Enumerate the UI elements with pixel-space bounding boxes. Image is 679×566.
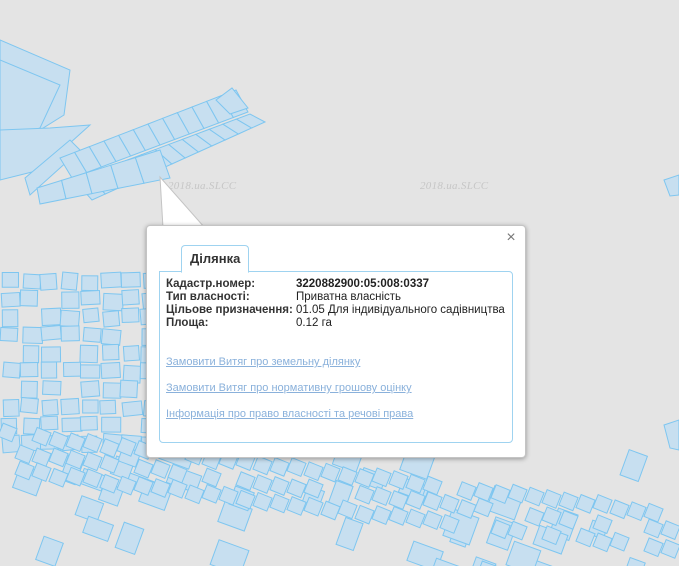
map-watermark: 2018.ua.SLCC: [420, 180, 489, 192]
land-parcel[interactable]: [42, 380, 62, 396]
land-parcel[interactable]: [39, 272, 58, 291]
land-parcel[interactable]: [102, 292, 125, 312]
land-parcel[interactable]: [119, 379, 139, 399]
land-parcel[interactable]: [2, 361, 22, 379]
attr-row-cadastral-number: Кадастр.номер: 3220882900:05:008:0337: [166, 278, 506, 290]
attr-value: 3220882900:05:008:0337: [296, 278, 430, 290]
land-parcel[interactable]: [22, 345, 40, 364]
land-parcel[interactable]: [99, 399, 117, 415]
land-parcel[interactable]: [79, 344, 99, 364]
land-parcel[interactable]: [0, 326, 19, 342]
land-parcel[interactable]: [1, 309, 19, 328]
attr-row-ownership-type: Тип власності: Приватна власність: [166, 291, 506, 303]
land-parcel[interactable]: [61, 417, 83, 433]
attr-value: Приватна власність: [296, 291, 402, 303]
order-valuation-extract-link[interactable]: Замовити Витяг про нормативну грошову оц…: [166, 382, 412, 394]
land-parcel[interactable]: [59, 309, 81, 328]
land-parcel[interactable]: [2, 399, 20, 418]
attr-label: Цільове призначення:: [166, 304, 293, 316]
land-parcel[interactable]: [82, 326, 102, 343]
land-parcel[interactable]: [0, 291, 21, 308]
land-parcel[interactable]: [121, 307, 140, 324]
parcel-info-popup: × Ділянка Кадастр.номер: 3220882900:05:0…: [146, 225, 526, 458]
land-parcel[interactable]: [82, 307, 100, 324]
land-parcel[interactable]: [19, 361, 39, 378]
land-parcel[interactable]: [40, 324, 62, 342]
parcel-attributes: Кадастр.номер: 3220882900:05:008:0337 Ти…: [166, 278, 506, 329]
land-parcel[interactable]: [60, 397, 80, 416]
attr-row-purpose: Цільове призначення: 01.05 Для індивідуа…: [166, 304, 506, 316]
land-parcel[interactable]: [100, 328, 122, 346]
land-parcel[interactable]: [1, 271, 19, 288]
land-parcel[interactable]: [80, 380, 101, 398]
land-parcel[interactable]: [121, 289, 140, 306]
parcel-info-panel: Кадастр.номер: 3220882900:05:008:0337 Ти…: [159, 271, 513, 443]
land-parcel[interactable]: [122, 345, 141, 362]
land-parcel[interactable]: [102, 382, 122, 399]
map-watermark: 2018.ua.SLCC: [168, 180, 237, 192]
land-parcel[interactable]: [20, 380, 38, 399]
land-parcel[interactable]: [80, 289, 101, 306]
land-parcel[interactable]: [79, 415, 98, 431]
ownership-rights-info-link[interactable]: Інформація про право власності та речові…: [166, 408, 413, 420]
land-parcel[interactable]: [40, 307, 62, 327]
land-parcel[interactable]: [100, 271, 122, 289]
land-parcel[interactable]: [22, 326, 44, 345]
land-parcel[interactable]: [60, 325, 80, 342]
attr-value: 01.05 Для індивідуального садівництва: [296, 304, 505, 316]
land-parcel[interactable]: [40, 346, 62, 363]
attr-label: Кадастр.номер:: [166, 278, 256, 290]
land-parcel[interactable]: [81, 275, 99, 292]
land-parcel[interactable]: [19, 289, 39, 307]
land-parcel[interactable]: [120, 271, 141, 288]
attr-row-area: Площа: 0.12 га: [166, 317, 506, 329]
land-parcel[interactable]: [40, 361, 58, 379]
land-parcel[interactable]: [101, 343, 120, 361]
land-parcel[interactable]: [19, 396, 39, 414]
land-parcel[interactable]: [40, 415, 59, 431]
tab-parcel[interactable]: Ділянка: [181, 245, 250, 273]
land-parcel[interactable]: [121, 400, 144, 418]
land-parcel[interactable]: [41, 399, 59, 417]
land-parcel[interactable]: [62, 361, 82, 378]
land-parcel[interactable]: [79, 364, 101, 379]
land-parcel[interactable]: [102, 310, 121, 328]
land-parcel[interactable]: [22, 273, 42, 290]
land-parcel[interactable]: [60, 271, 79, 291]
order-parcel-extract-link[interactable]: Замовити Витяг про земельну ділянку: [166, 356, 360, 368]
land-parcel[interactable]: [82, 399, 99, 414]
land-parcel[interactable]: [61, 291, 80, 309]
close-icon[interactable]: ×: [504, 230, 518, 246]
attr-label: Площа:: [166, 317, 209, 329]
attr-label: Тип власності:: [166, 291, 250, 303]
attr-value: 0.12 га: [296, 317, 332, 329]
land-parcel[interactable]: [100, 361, 121, 379]
land-parcel[interactable]: [101, 416, 122, 433]
